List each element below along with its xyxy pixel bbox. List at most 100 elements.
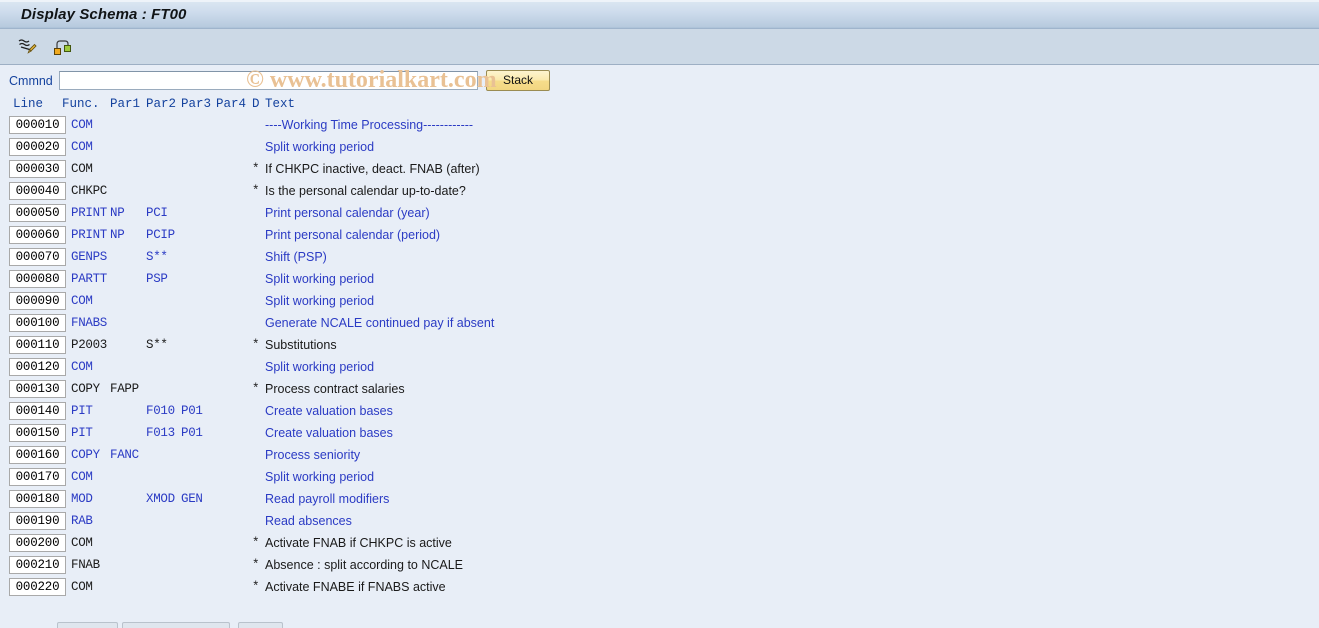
table-row[interactable]: 000120 COM Split working period	[9, 358, 1319, 380]
row-function[interactable]: COM	[71, 138, 93, 157]
row-line-number[interactable]: 000010	[9, 116, 66, 134]
row-line-number[interactable]: 000100	[9, 314, 66, 332]
table-row[interactable]: 000040 CHKPC * Is the personal calendar up-…	[9, 182, 1319, 204]
row-par2[interactable]: PCIP	[146, 226, 175, 245]
row-function[interactable]: COM	[71, 292, 93, 311]
row-line-number[interactable]: 000200	[9, 534, 66, 552]
row-d-flag[interactable]: *	[252, 534, 260, 553]
table-row[interactable]: 000130 COPY FAPP * Process contract salaries	[9, 380, 1319, 402]
row-text[interactable]: ----Working Time Processing------------	[265, 116, 473, 135]
table-row[interactable]: 000180 MOD XMOD GEN Read payroll modifiers	[9, 490, 1319, 512]
row-text[interactable]: Generate NCALE continued pay if absent	[265, 314, 494, 333]
stack-button[interactable]: Stack	[486, 70, 550, 91]
row-d-flag[interactable]: *	[252, 336, 260, 355]
row-function[interactable]: COM	[71, 358, 93, 377]
row-par2[interactable]: XMOD	[146, 490, 175, 509]
row-par2[interactable]: F010	[146, 402, 175, 421]
row-par2[interactable]: S**	[146, 248, 168, 267]
row-function[interactable]: PARTT	[71, 270, 107, 289]
table-row[interactable]: 000080 PARTT PSP Split working period	[9, 270, 1319, 292]
row-text[interactable]: Print personal calendar (period)	[265, 226, 440, 245]
row-function[interactable]: PIT	[71, 402, 93, 421]
row-text[interactable]: Activate FNABE if FNABS active	[265, 578, 446, 597]
row-function[interactable]: COM	[71, 116, 93, 135]
row-function[interactable]: FNABS	[71, 314, 107, 333]
row-par2[interactable]: PSP	[146, 270, 168, 289]
table-row[interactable]: 000190 RAB Read absences	[9, 512, 1319, 534]
row-par3[interactable]: GEN	[181, 490, 203, 509]
row-text[interactable]: Process seniority	[265, 446, 360, 465]
row-par1[interactable]: NP	[110, 226, 125, 245]
row-function[interactable]: FNAB	[71, 556, 100, 575]
row-function[interactable]: PRINT	[71, 226, 107, 245]
table-row[interactable]: 000090 COM Split working period	[9, 292, 1319, 314]
row-d-flag[interactable]: *	[252, 160, 260, 179]
table-row[interactable]: 000020 COM Split working period	[9, 138, 1319, 160]
footer-button-2[interactable]	[122, 622, 230, 628]
row-function[interactable]: COPY	[71, 446, 100, 465]
row-line-number[interactable]: 000190	[9, 512, 66, 530]
row-text[interactable]: Split working period	[265, 292, 374, 311]
row-text[interactable]: Read absences	[265, 512, 352, 531]
row-d-flag[interactable]: *	[252, 380, 260, 399]
row-text[interactable]: If CHKPC inactive, deact. FNAB (after)	[265, 160, 480, 179]
row-line-number[interactable]: 000150	[9, 424, 66, 442]
row-line-number[interactable]: 000180	[9, 490, 66, 508]
row-line-number[interactable]: 000070	[9, 248, 66, 266]
table-row[interactable]: 000160 COPY FANC Process seniority	[9, 446, 1319, 468]
row-function[interactable]: PRINT	[71, 204, 107, 223]
row-line-number[interactable]: 000090	[9, 292, 66, 310]
table-row[interactable]: 000170 COM Split working period	[9, 468, 1319, 490]
row-d-flag[interactable]: *	[252, 578, 260, 597]
row-text[interactable]: Create valuation bases	[265, 402, 393, 421]
row-function[interactable]: CHKPC	[71, 182, 107, 201]
row-line-number[interactable]: 000050	[9, 204, 66, 222]
hierarchy-icon[interactable]	[50, 34, 76, 60]
command-input[interactable]	[59, 71, 478, 90]
table-row[interactable]: 000200 COM * Activate FNAB if CHKPC is acti…	[9, 534, 1319, 556]
table-row[interactable]: 000100 FNABS Generate NCALE continued pay …	[9, 314, 1319, 336]
edit-schema-icon[interactable]	[14, 34, 40, 60]
row-function[interactable]: RAB	[71, 512, 93, 531]
row-par3[interactable]: P01	[181, 402, 203, 421]
row-function[interactable]: GENPS	[71, 248, 107, 267]
footer-button-1[interactable]	[57, 622, 118, 628]
row-text[interactable]: Is the personal calendar up-to-date?	[265, 182, 466, 201]
row-text[interactable]: Shift (PSP)	[265, 248, 327, 267]
table-row[interactable]: 000010 COM ----Working Time Processing----…	[9, 116, 1319, 138]
row-par2[interactable]: PCI	[146, 204, 168, 223]
table-row[interactable]: 000070 GENPS S** Shift (PSP)	[9, 248, 1319, 270]
row-function[interactable]: COM	[71, 578, 93, 597]
row-par2[interactable]: F013	[146, 424, 175, 443]
row-par2[interactable]: S**	[146, 336, 168, 355]
row-line-number[interactable]: 000220	[9, 578, 66, 596]
row-line-number[interactable]: 000210	[9, 556, 66, 574]
row-line-number[interactable]: 000080	[9, 270, 66, 288]
row-line-number[interactable]: 000160	[9, 446, 66, 464]
row-text[interactable]: Absence : split according to NCALE	[265, 556, 463, 575]
table-row[interactable]: 000060 PRINT NP PCIP Print personal calendar…	[9, 226, 1319, 248]
row-function[interactable]: PIT	[71, 424, 93, 443]
row-function[interactable]: COM	[71, 468, 93, 487]
table-row[interactable]: 000110 P2003 S** * Substitutions	[9, 336, 1319, 358]
footer-button-3[interactable]	[238, 622, 283, 628]
table-row[interactable]: 000030 COM * If CHKPC inactive, deact. FNAB…	[9, 160, 1319, 182]
row-line-number[interactable]: 000020	[9, 138, 66, 156]
table-row[interactable]: 000050 PRINT NP PCI Print personal calendar …	[9, 204, 1319, 226]
row-par1[interactable]: FANC	[110, 446, 139, 465]
row-line-number[interactable]: 000130	[9, 380, 66, 398]
row-line-number[interactable]: 000040	[9, 182, 66, 200]
row-par3[interactable]: P01	[181, 424, 203, 443]
row-line-number[interactable]: 000170	[9, 468, 66, 486]
row-function[interactable]: P2003	[71, 336, 107, 355]
row-text[interactable]: Split working period	[265, 358, 374, 377]
row-function[interactable]: MOD	[71, 490, 93, 509]
row-text[interactable]: Split working period	[265, 468, 374, 487]
row-line-number[interactable]: 000030	[9, 160, 66, 178]
row-line-number[interactable]: 000120	[9, 358, 66, 376]
row-text[interactable]: Process contract salaries	[265, 380, 405, 399]
row-function[interactable]: COM	[71, 534, 93, 553]
row-line-number[interactable]: 000110	[9, 336, 66, 354]
row-line-number[interactable]: 000060	[9, 226, 66, 244]
row-par1[interactable]: NP	[110, 204, 125, 223]
